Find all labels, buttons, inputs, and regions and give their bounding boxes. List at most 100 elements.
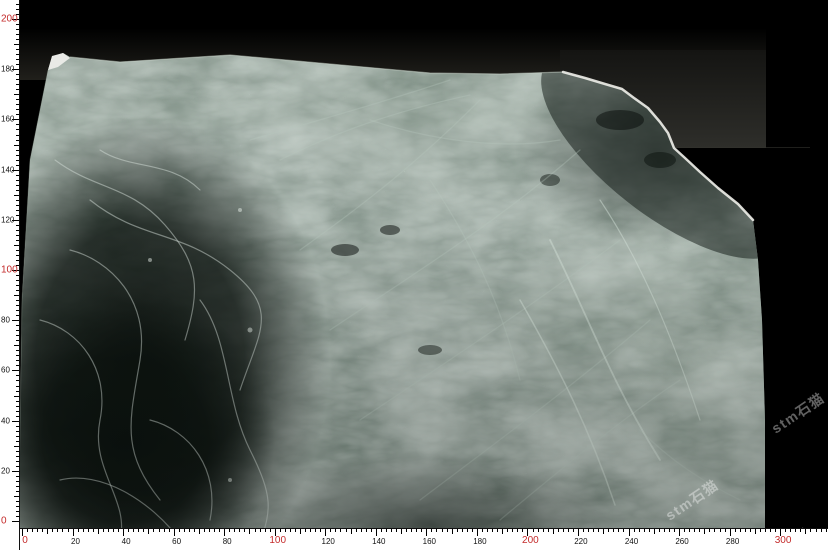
ruler-tick xyxy=(16,190,19,191)
v-ruler-label-160: 160 xyxy=(1,115,14,124)
ruler-tick xyxy=(98,529,99,534)
ruler-tick xyxy=(16,99,19,100)
ruler-tick xyxy=(113,529,114,532)
ruler-tick xyxy=(371,529,372,532)
ruler-tick xyxy=(310,529,311,532)
ruler-tick xyxy=(16,155,19,156)
v-ruler-label-200: 200 xyxy=(1,15,18,24)
ruler-tick xyxy=(755,529,756,534)
slab-scan-viewer: stm石猫stm石猫stm石猫 020406080100120140160180… xyxy=(0,0,828,550)
ruler-tick xyxy=(821,529,822,532)
ruler-tick xyxy=(492,529,493,532)
ruler-tick xyxy=(57,529,58,532)
ruler-tick xyxy=(88,529,89,532)
h-ruler-label-100: 100 xyxy=(269,536,286,546)
ruler-tick xyxy=(78,529,79,532)
ruler-tick xyxy=(16,255,19,256)
ruler-tick xyxy=(16,230,19,231)
ruler-tick xyxy=(543,529,544,532)
ruler-tick xyxy=(826,529,827,532)
ruler-tick xyxy=(16,431,19,432)
ruler-tick xyxy=(118,529,119,532)
ruler-tick xyxy=(16,355,19,356)
ruler-tick xyxy=(573,529,574,532)
ruler-tick xyxy=(16,280,19,281)
ruler-tick xyxy=(351,529,352,534)
ruler-tick xyxy=(376,529,377,536)
ruler-tick xyxy=(16,290,19,291)
ruler-tick xyxy=(785,529,786,532)
ruler-tick xyxy=(800,529,801,532)
ruler-tick xyxy=(694,529,695,532)
ruler-tick xyxy=(639,529,640,532)
ruler-tick xyxy=(750,529,751,532)
v-ruler-label-180: 180 xyxy=(1,65,14,74)
h-ruler-label-140: 140 xyxy=(372,537,385,547)
ruler-tick xyxy=(386,529,387,532)
ruler-tick xyxy=(260,529,261,532)
ruler-tick xyxy=(538,529,539,532)
h-ruler-label-0: 0 xyxy=(22,536,28,546)
ruler-tick xyxy=(16,386,19,387)
ruler-tick xyxy=(16,285,19,286)
ruler-tick xyxy=(16,180,19,181)
ruler-tick xyxy=(765,529,766,532)
ruler-tick xyxy=(644,529,645,532)
ruler-tick xyxy=(396,529,397,532)
ruler-tick xyxy=(244,529,245,532)
ruler-tick xyxy=(138,529,139,532)
ruler-tick xyxy=(649,529,650,532)
ruler-tick xyxy=(14,496,19,497)
ruler-tick xyxy=(255,529,256,532)
ruler-tick xyxy=(689,529,690,532)
ruler-tick xyxy=(426,529,427,536)
ruler-tick xyxy=(340,529,341,532)
ruler-tick xyxy=(659,529,660,532)
ruler-tick xyxy=(583,529,584,532)
ruler-tick xyxy=(16,64,19,65)
ruler-tick xyxy=(816,529,817,532)
ruler-tick xyxy=(16,506,19,507)
ruler-tick xyxy=(16,240,19,241)
ruler-tick xyxy=(14,245,19,246)
ruler-tick xyxy=(16,165,19,166)
ruler-tick xyxy=(421,529,422,532)
ruler-tick xyxy=(629,529,630,536)
ruler-tick xyxy=(16,104,19,105)
ruler-tick xyxy=(14,396,19,397)
ruler-tick xyxy=(578,529,579,536)
ruler-tick xyxy=(16,160,19,161)
ruler-tick xyxy=(179,529,180,532)
ruler-tick xyxy=(239,529,240,532)
ruler-tick xyxy=(361,529,362,532)
ruler-tick xyxy=(14,94,19,95)
ruler-tick xyxy=(467,529,468,532)
ruler-tick xyxy=(522,529,523,532)
ruler-tick xyxy=(16,150,19,151)
ruler-tick xyxy=(720,529,721,532)
ruler-tick xyxy=(497,529,498,532)
ruler-tick xyxy=(199,529,200,534)
ruler-tick xyxy=(810,529,811,532)
ruler-tick xyxy=(745,529,746,532)
ruler-tick xyxy=(295,529,296,532)
ruler-tick xyxy=(16,325,19,326)
ruler-tick xyxy=(14,145,19,146)
ruler-tick xyxy=(315,529,316,532)
ruler-tick xyxy=(214,529,215,532)
ruler-tick xyxy=(12,320,19,321)
ruler-tick xyxy=(447,529,448,532)
ruler-tick xyxy=(16,401,19,402)
ruler-tick xyxy=(366,529,367,532)
ruler-tick xyxy=(482,529,483,532)
ruler-tick xyxy=(634,529,635,532)
ruler-tick xyxy=(14,44,19,45)
slab-photo xyxy=(0,0,828,550)
ruler-tick xyxy=(194,529,195,532)
ruler-tick xyxy=(123,529,124,536)
ruler-tick xyxy=(16,481,19,482)
ruler-tick xyxy=(16,486,19,487)
ruler-tick xyxy=(16,84,19,85)
ruler-tick xyxy=(411,529,412,532)
ruler-tick xyxy=(93,529,94,532)
